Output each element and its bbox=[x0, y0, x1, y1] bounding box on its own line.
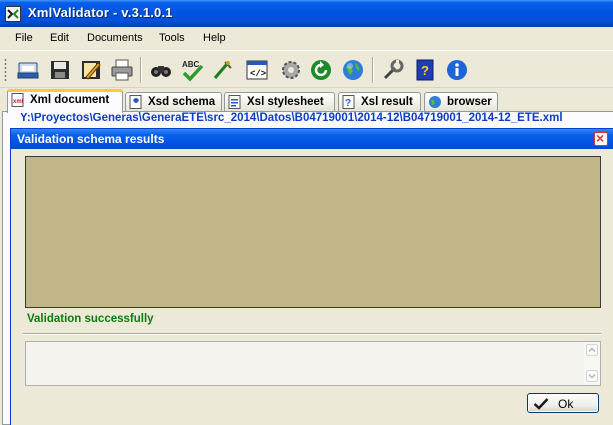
toolbar-grip[interactable] bbox=[4, 58, 7, 82]
validation-result-box bbox=[25, 156, 601, 308]
svg-text:?: ? bbox=[345, 98, 351, 109]
divider bbox=[23, 333, 601, 335]
close-icon: × bbox=[596, 130, 605, 146]
globe-icon[interactable] bbox=[341, 58, 365, 82]
menu-documents[interactable]: Documents bbox=[87, 32, 143, 44]
document-path: Y:\Proyectos\Generas\GeneraETE\src_2014\… bbox=[20, 112, 563, 124]
open-icon[interactable] bbox=[16, 58, 40, 82]
tab-strip: xml Xml document Xsd schema Xsl styleshe… bbox=[0, 88, 613, 113]
format-icon[interactable] bbox=[211, 58, 235, 82]
app-icon bbox=[5, 6, 21, 22]
validation-status: Validation successfully bbox=[27, 313, 154, 325]
svg-text:</>: </> bbox=[250, 69, 266, 79]
tab-label: Xsl result bbox=[361, 96, 413, 108]
xml-document-icon: xml bbox=[11, 93, 25, 107]
menu-bar: File Edit Documents Tools Help bbox=[0, 27, 613, 50]
tab-browser[interactable]: browser bbox=[424, 92, 498, 112]
tab-label: browser bbox=[447, 96, 492, 108]
svg-text:?: ? bbox=[421, 63, 429, 78]
settings-icon[interactable] bbox=[279, 58, 303, 82]
scroll-up-icon[interactable] bbox=[586, 344, 598, 356]
xsl-result-icon: ? bbox=[342, 95, 356, 109]
validation-dialog: Validation schema results × Validation s… bbox=[10, 128, 613, 425]
xsd-schema-icon bbox=[129, 95, 143, 109]
tab-xsd-schema[interactable]: Xsd schema bbox=[125, 92, 222, 112]
toolbar-separator bbox=[372, 57, 374, 83]
menu-help[interactable]: Help bbox=[203, 32, 226, 44]
tab-xsl-stylesheet[interactable]: Xsl stylesheet bbox=[224, 92, 335, 112]
toolbar: ABC </> ? bbox=[0, 50, 613, 88]
code-view-icon[interactable]: </> bbox=[245, 58, 269, 82]
browser-icon bbox=[428, 95, 442, 109]
tools-icon[interactable] bbox=[381, 58, 405, 82]
edit-icon[interactable] bbox=[79, 58, 103, 82]
svg-text:ABC: ABC bbox=[182, 60, 200, 69]
window-title: XmlValidator - v.3.1.0.1 bbox=[28, 5, 173, 20]
tab-label: Xsl stylesheet bbox=[247, 96, 324, 108]
tab-xsl-result[interactable]: ? Xsl result bbox=[338, 92, 421, 112]
info-icon[interactable] bbox=[445, 58, 469, 82]
toolbar-separator bbox=[140, 57, 142, 83]
menu-file[interactable]: File bbox=[15, 32, 33, 44]
dialog-title-bar[interactable]: Validation schema results × bbox=[11, 129, 613, 149]
tab-label: Xml document bbox=[30, 94, 110, 106]
close-button[interactable]: × bbox=[594, 130, 608, 146]
menu-edit[interactable]: Edit bbox=[50, 32, 69, 44]
refresh-icon[interactable] bbox=[309, 58, 333, 82]
svg-text:xml: xml bbox=[13, 99, 24, 105]
details-text-area[interactable] bbox=[25, 341, 601, 386]
tab-label: Xsd schema bbox=[148, 96, 216, 108]
save-icon[interactable] bbox=[48, 58, 72, 82]
checkmark-icon bbox=[533, 397, 549, 410]
print-icon[interactable] bbox=[110, 58, 134, 82]
scroll-down-icon[interactable] bbox=[586, 370, 598, 382]
spellcheck-icon[interactable]: ABC bbox=[180, 58, 204, 82]
find-icon[interactable] bbox=[149, 58, 173, 82]
ok-button[interactable]: Ok bbox=[527, 393, 599, 413]
tab-xml-document[interactable]: xml Xml document bbox=[7, 89, 123, 113]
dialog-title: Validation schema results bbox=[17, 132, 165, 146]
help-book-icon[interactable]: ? bbox=[413, 58, 437, 82]
vertical-scrollbar[interactable] bbox=[584, 342, 600, 385]
menu-tools[interactable]: Tools bbox=[159, 32, 185, 44]
xsl-stylesheet-icon bbox=[228, 95, 242, 109]
window-title-bar[interactable]: XmlValidator - v.3.1.0.1 bbox=[0, 0, 613, 27]
ok-button-label: Ok bbox=[558, 397, 574, 411]
